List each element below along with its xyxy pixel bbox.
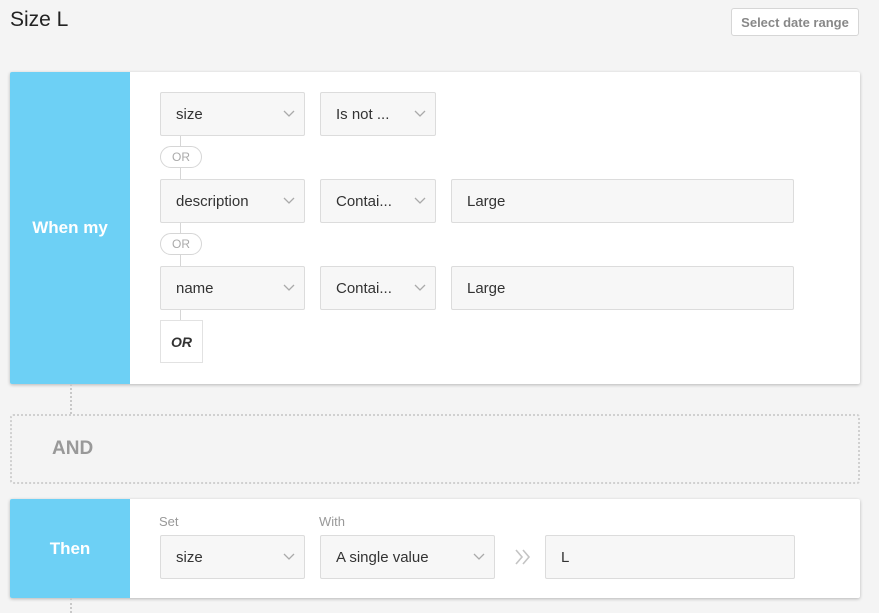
- condition-1-operator-select[interactable]: Is not ...: [320, 92, 436, 136]
- or-connector[interactable]: OR: [160, 233, 202, 255]
- condition-1-field-select[interactable]: size: [160, 92, 305, 136]
- flow-connector: [70, 598, 72, 613]
- chevron-down-icon: [405, 197, 435, 205]
- chevron-down-icon: [274, 197, 304, 205]
- chevron-down-icon: [405, 284, 435, 292]
- condition-3-value-text: Large: [467, 279, 506, 297]
- when-panel: When my size Is not ... OR description C…: [10, 72, 860, 384]
- condition-2-operator-value: Contai...: [336, 192, 392, 210]
- set-label: Set: [159, 514, 179, 529]
- chevron-down-icon: [274, 110, 304, 118]
- with-option-value: A single value: [336, 548, 429, 566]
- with-option-select[interactable]: A single value: [320, 535, 495, 579]
- condition-3-field-select[interactable]: name: [160, 266, 305, 310]
- condition-3-operator-select[interactable]: Contai...: [320, 266, 436, 310]
- or-connector[interactable]: OR: [160, 146, 202, 168]
- add-and-condition-dropzone[interactable]: AND: [10, 414, 860, 484]
- condition-2-value-text: Large: [467, 192, 506, 210]
- page-title: Size L: [10, 8, 69, 31]
- double-chevron-right-icon: [512, 546, 534, 568]
- condition-1-operator-value: Is not ...: [336, 105, 390, 123]
- chevron-down-icon: [274, 553, 304, 561]
- condition-2-operator-select[interactable]: Contai...: [320, 179, 436, 223]
- flow-connector: [70, 384, 72, 414]
- condition-3-value-input[interactable]: Large: [451, 266, 794, 310]
- set-field-value: size: [176, 548, 203, 566]
- chevron-down-icon: [274, 284, 304, 292]
- connector-line: [180, 255, 181, 266]
- then-label: Then: [10, 499, 130, 598]
- chevron-down-icon: [464, 553, 494, 561]
- condition-1-field-value: size: [176, 105, 203, 123]
- condition-3-field-value: name: [176, 279, 214, 297]
- then-panel: Then Set With size A single value L: [10, 499, 860, 598]
- set-value-input[interactable]: L: [545, 535, 795, 579]
- condition-2-field-select[interactable]: description: [160, 179, 305, 223]
- when-label: When my: [10, 72, 130, 384]
- connector-line: [180, 223, 181, 233]
- add-or-condition-button[interactable]: OR: [160, 320, 203, 363]
- select-date-range-button[interactable]: Select date range: [731, 8, 859, 36]
- chevron-down-icon: [405, 110, 435, 118]
- connector-line: [180, 136, 181, 146]
- set-field-select[interactable]: size: [160, 535, 305, 579]
- condition-2-value-input[interactable]: Large: [451, 179, 794, 223]
- connector-line: [180, 310, 181, 320]
- condition-3-operator-value: Contai...: [336, 279, 392, 297]
- and-label: AND: [52, 438, 94, 459]
- connector-line: [180, 168, 181, 179]
- set-value-text: L: [561, 548, 570, 566]
- condition-2-field-value: description: [176, 192, 249, 210]
- with-label: With: [319, 514, 345, 529]
